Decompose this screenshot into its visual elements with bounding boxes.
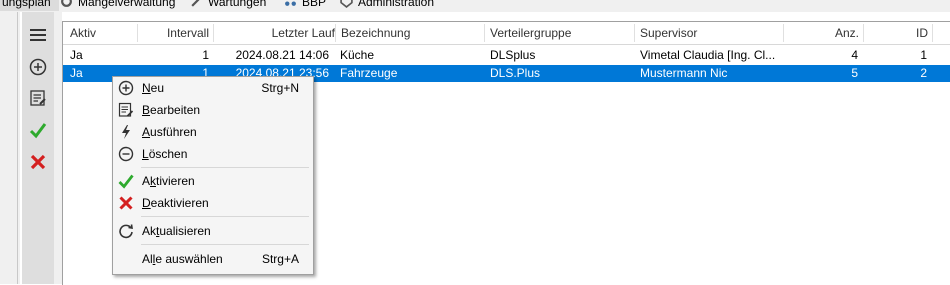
people-icon	[285, 1, 296, 6]
cell-id: 2	[920, 66, 927, 80]
column-separator[interactable]	[335, 24, 336, 42]
menu-item-label: Alle auswählen	[142, 252, 223, 266]
context-menu: Neu Strg+N Bearbeiten Ausführen Löschen …	[112, 76, 314, 275]
add-circle-icon[interactable]	[26, 55, 50, 79]
pane-divider	[17, 12, 18, 284]
menu-item-label: Ausführen	[142, 125, 197, 139]
cell-bezeichnung: Küche	[340, 48, 375, 62]
menu-item-label: Neu	[142, 81, 165, 95]
cell-anz: 5	[851, 66, 858, 80]
cell-intervall: 1	[202, 48, 209, 62]
column-header-intervall[interactable]: Intervall	[141, 22, 209, 44]
column-separator[interactable]	[932, 24, 933, 42]
cell-verteilergruppe: DLSplus	[490, 48, 536, 62]
menu-item-plan[interactable]: ungsplan	[0, 0, 59, 11]
column-separator[interactable]	[634, 24, 635, 42]
cell-supervisor: Vimetal Claudia [Ing. Cl...	[640, 48, 776, 62]
menu-item-deaktivieren[interactable]: Deaktivieren	[113, 192, 313, 214]
left-pane-edge	[0, 12, 20, 284]
cell-bezeichnung: Fahrzeuge	[340, 66, 398, 80]
menu-item-label: Aktivieren	[142, 174, 195, 188]
vertical-toolbar	[22, 12, 54, 284]
cell-aktiv: Ja	[70, 66, 83, 80]
edit-list-icon	[117, 102, 135, 118]
check-icon	[117, 173, 135, 189]
gear-icon	[61, 0, 72, 7]
column-header-id[interactable]: ID	[867, 22, 928, 44]
cell-aktiv: Ja	[70, 48, 83, 62]
menu-separator	[141, 244, 309, 245]
menu-item-neu[interactable]: Neu Strg+N	[113, 77, 313, 99]
column-header-aktiv[interactable]: Aktiv	[70, 22, 96, 44]
menu-item-shortcut: Strg+N	[261, 81, 299, 95]
menu-item-label: Löschen	[142, 147, 188, 161]
wrench-icon	[191, 0, 200, 7]
cross-icon[interactable]	[26, 150, 50, 174]
cell-id: 1	[920, 48, 927, 62]
column-separator[interactable]	[137, 24, 138, 42]
menu-separator	[141, 167, 309, 168]
column-header-verteilergruppe[interactable]: Verteilergruppe	[490, 22, 571, 44]
toolbar-gap	[54, 12, 62, 284]
menu-item-maengelverwaltung[interactable]: Mängelverwaltung	[60, 0, 175, 11]
menu-item-loeschen[interactable]: Löschen	[113, 143, 313, 165]
menu-item-alle-auswaehlen[interactable]: Alle auswählen Strg+A	[113, 248, 313, 270]
check-icon[interactable]	[26, 118, 50, 142]
menu-bar: ungsplan Mängelverwaltung Wartungen BBP …	[0, 0, 950, 12]
lightning-icon	[117, 124, 135, 140]
menu-item-aktualisieren[interactable]: Aktualisieren	[113, 220, 313, 242]
column-separator[interactable]	[213, 24, 214, 42]
menu-item-wartungen[interactable]: Wartungen	[190, 0, 266, 11]
column-separator[interactable]	[863, 24, 864, 42]
column-header-supervisor[interactable]: Supervisor	[640, 22, 697, 44]
edit-list-icon[interactable]	[26, 86, 50, 110]
add-circle-icon	[117, 80, 135, 96]
table-row[interactable]: Ja 1 2024.08.21 14:06 Küche DLSplus Vime…	[63, 47, 950, 64]
column-header-letzter-lauf[interactable]: Letzter Lauf	[217, 22, 335, 44]
menu-icon[interactable]	[26, 23, 50, 47]
column-separator[interactable]	[484, 24, 485, 42]
cell-supervisor: Mustermann Nic	[640, 66, 728, 80]
menu-item-bbp[interactable]: BBP	[284, 0, 326, 11]
cross-icon	[117, 195, 135, 211]
menu-item-aktivieren[interactable]: Aktivieren	[113, 170, 313, 192]
grid-header: Aktiv Intervall Letzter Lauf Bezeichnung…	[63, 22, 950, 45]
menu-item-label: Aktualisieren	[142, 224, 211, 238]
menu-item-ausfuehren[interactable]: Ausführen	[113, 121, 313, 143]
column-header-bezeichnung[interactable]: Bezeichnung	[341, 22, 410, 44]
menu-separator	[141, 216, 309, 217]
column-separator[interactable]	[783, 24, 784, 42]
menu-item-label: Bearbeiten	[142, 103, 201, 117]
menu-item-shortcut: Strg+A	[261, 252, 299, 266]
menu-item-label: Deaktivieren	[142, 196, 209, 210]
cell-letzter-lauf: 2024.08.21 14:06	[235, 48, 329, 62]
column-header-anz[interactable]: Anz.	[787, 22, 859, 44]
refresh-icon	[117, 223, 135, 239]
shield-icon	[340, 0, 353, 8]
cell-verteilergruppe: DLS.Plus	[490, 66, 541, 80]
menu-item-bearbeiten[interactable]: Bearbeiten	[113, 99, 313, 121]
remove-circle-icon	[117, 146, 135, 162]
menu-item-administration[interactable]: Administration	[340, 0, 434, 11]
cell-anz: 4	[851, 48, 858, 62]
